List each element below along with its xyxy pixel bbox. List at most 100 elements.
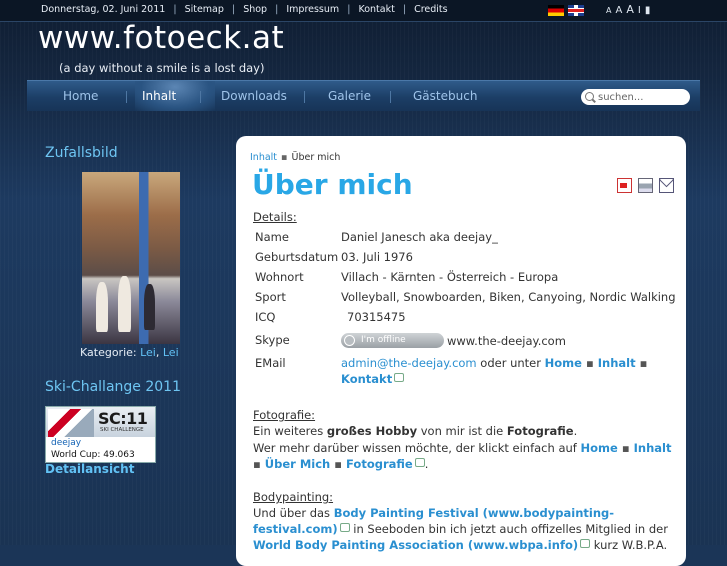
site-tagline: (a day without a smile is a lost day)	[59, 61, 265, 75]
category-label: Kategorie:	[80, 346, 137, 359]
top-link-sitemap[interactable]: Sitemap	[185, 4, 224, 15]
detail-label: Geburtsdatum	[255, 250, 339, 264]
skype-url: www.the-deejay.com	[447, 334, 566, 348]
top-nav: Donnerstag, 02. Juni 2011 | Sitemap | Sh…	[41, 4, 448, 15]
top-nav-separator: |	[231, 4, 236, 15]
detail-view-link[interactable]: Detailansicht	[45, 462, 134, 476]
top-nav-separator: |	[347, 4, 351, 15]
width-narrow-icon[interactable]: I	[638, 5, 645, 16]
skype-status-button[interactable]: I'm offline	[341, 333, 444, 348]
width-wide-icon[interactable]: ▮	[645, 5, 655, 16]
top-bar: Donnerstag, 02. Juni 2011 | Sitemap | Sh…	[0, 0, 727, 22]
external-link-icon	[339, 523, 350, 532]
site-title[interactable]: www.fotoeck.at	[38, 20, 284, 56]
print-icon[interactable]	[638, 178, 653, 193]
text-segment: .	[573, 424, 578, 438]
photo-figure	[144, 284, 155, 330]
link-bodypainting-festival-cont[interactable]: festival.com)	[253, 522, 338, 536]
link-kontakt[interactable]: Kontakt	[341, 372, 392, 386]
top-link-impressum[interactable]: Impressum	[286, 4, 339, 15]
detail-value: 03. Juli 1976	[341, 250, 413, 264]
text-bold: großes Hobby	[326, 424, 418, 438]
bodypainting-line-1: Und über das Body Painting Festival (www…	[253, 506, 614, 520]
link-ueber-mich[interactable]: Über Mich	[265, 457, 330, 471]
ski-banner-graphic	[48, 409, 94, 437]
link-fotografie[interactable]: Fotografie	[346, 457, 413, 471]
detail-label: Name	[255, 230, 289, 244]
detail-label: Skype	[255, 333, 290, 347]
ski-challenge-heading: Ski-Challange 2011	[45, 379, 181, 395]
ski-logo-sub: SKI CHALLENGE	[100, 427, 144, 433]
breadcrumb-inhalt[interactable]: Inhalt	[250, 152, 277, 163]
external-link-icon	[394, 373, 405, 382]
email-icon[interactable]	[659, 178, 674, 193]
details-heading: Details:	[253, 210, 297, 224]
text-segment: kurz W.B.P.A.	[593, 538, 668, 552]
random-image[interactable]	[82, 172, 180, 344]
nav-item-downloads[interactable]: Downloads	[221, 89, 287, 103]
ski-challenge-year: 2011	[145, 379, 181, 395]
photography-line-2: Wer mehr darüber wissen möchte, der klic…	[253, 441, 672, 455]
top-link-kontakt[interactable]: Kontakt	[358, 4, 394, 15]
detail-value: I'm offline www.the-deejay.com	[341, 333, 566, 348]
ski-worldcup: World Cup: 49.063	[51, 450, 135, 460]
skype-offline-icon	[344, 335, 355, 346]
detail-label: ICQ	[255, 310, 276, 324]
font-small-icon[interactable]: A	[606, 6, 615, 15]
top-link-credits[interactable]: Credits	[414, 4, 448, 15]
nav-item-inhalt[interactable]: Inhalt	[142, 89, 176, 103]
nav-divider	[390, 91, 391, 103]
detail-value: Villach - Kärnten - Österreich - Europa	[341, 270, 559, 284]
detail-value: Volleyball, Snowboarden, Biken, Canyoing…	[341, 290, 676, 304]
ski-challenge-banner[interactable]: SC:11 SKI CHALLENGE deejay World Cup: 49…	[45, 406, 156, 463]
text-bold: Fotografie	[506, 424, 574, 438]
detail-label: EMail	[255, 356, 286, 370]
photo-figure	[118, 276, 131, 332]
text-segment: in Seeboden bin ich jetzt auch offizelle…	[353, 522, 668, 536]
top-nav-separator: |	[402, 4, 407, 15]
nav-item-home[interactable]: Home	[63, 89, 98, 103]
search-box	[581, 89, 690, 105]
ski-logo: SC:11	[98, 409, 148, 428]
image-category: Kategorie: Lei, Lei	[80, 346, 179, 359]
top-nav-separator: |	[275, 4, 279, 15]
link-inhalt[interactable]: Inhalt	[634, 441, 672, 455]
de-flag-icon[interactable]	[548, 5, 564, 16]
random-image-heading: Zufallsbild	[45, 145, 118, 161]
font-large-icon[interactable]: A	[626, 3, 638, 16]
nav-item-gaestebuch[interactable]: Gästebuch	[413, 89, 477, 103]
photography-line-3: ▪ Über Mich ▪ Fotografie.	[253, 457, 429, 471]
nav-divider	[200, 91, 201, 103]
link-home[interactable]: Home	[581, 441, 618, 455]
photo-figure	[96, 282, 108, 332]
email-row-continued: Kontakt	[341, 372, 405, 386]
bodypainting-line-3: World Body Painting Association (www.wbp…	[253, 538, 667, 552]
category-link[interactable]: Lei	[163, 346, 179, 359]
uk-flag-icon[interactable]	[568, 5, 584, 16]
external-link-icon	[580, 539, 591, 548]
search-input[interactable]	[598, 89, 686, 105]
text-segment: Ein weiteres	[253, 424, 324, 438]
email-text: oder unter	[480, 356, 541, 370]
detail-value: 70315475	[347, 310, 406, 324]
photography-heading: Fotografie:	[253, 408, 316, 422]
text-segment: Wer mehr darüber wissen möchte, der klic…	[253, 441, 577, 455]
detail-label: Sport	[255, 290, 286, 304]
bodypainting-line-2: festival.com) in Seeboden bin ich jetzt …	[253, 522, 668, 536]
ski-user: deejay	[51, 438, 82, 448]
detail-value: Daniel Janesch aka deejay_	[341, 230, 498, 244]
email-link[interactable]: admin@the-deejay.com	[341, 356, 477, 370]
link-wbpa[interactable]: World Body Painting Association (www.wbp…	[253, 538, 578, 552]
ski-challenge-title: Ski-Challange	[45, 379, 141, 395]
font-medium-icon[interactable]: A	[615, 5, 626, 16]
nav-item-galerie[interactable]: Galerie	[328, 89, 371, 103]
link-home[interactable]: Home	[545, 356, 582, 370]
pdf-icon[interactable]	[617, 178, 632, 193]
category-link[interactable]: Lei	[140, 346, 156, 359]
link-bodypainting-festival[interactable]: Body Painting Festival (www.bodypainting…	[334, 506, 614, 520]
link-inhalt[interactable]: Inhalt	[598, 356, 636, 370]
detail-label: Wohnort	[255, 270, 304, 284]
photography-line-1: Ein weiteres großes Hobby von mir ist di…	[253, 424, 577, 438]
breadcrumb-current: Über mich	[291, 152, 341, 163]
top-link-shop[interactable]: Shop	[243, 4, 267, 15]
